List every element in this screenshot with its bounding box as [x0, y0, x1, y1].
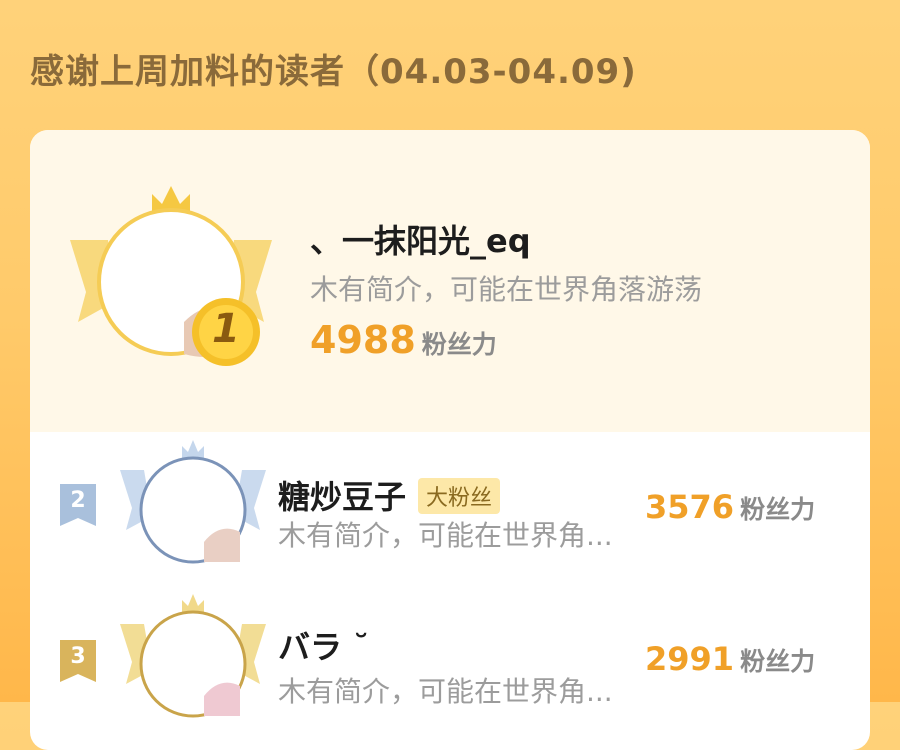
leaderboard-item-3[interactable]: 3 バラ ˘ 木有简介，可能在世界角... 2991 粉丝力: [30, 590, 870, 740]
rank-number: 2: [70, 488, 86, 513]
leaderboard-card: 1 、一抹阳光_eq 木有简介，可能在世界角落游荡 4988 粉丝力 2 糖炒豆子…: [30, 130, 870, 750]
reader-name[interactable]: 糖炒豆子 大粉丝: [278, 472, 501, 518]
score-value: 3576: [645, 488, 735, 526]
leaderboard-item-1[interactable]: 1 、一抹阳光_eq 木有简介，可能在世界角落游荡 4988 粉丝力: [30, 130, 870, 432]
rank-number: 3: [70, 644, 86, 669]
score-value: 2991: [645, 640, 735, 678]
avatar-frame-bronze[interactable]: [118, 592, 268, 722]
score-unit: 粉丝力: [421, 330, 497, 359]
fan-level-badge: 大粉丝: [418, 478, 501, 514]
reader-bio: 木有简介，可能在世界角...: [278, 519, 613, 552]
reader-bio: 木有简介，可能在世界角落游荡: [310, 273, 703, 306]
avatar-frame-silver[interactable]: [118, 438, 268, 568]
reader-name-text: 糖炒豆子: [278, 478, 407, 516]
reader-bio: 木有简介，可能在世界角...: [278, 675, 613, 708]
rank-1-number: 1: [212, 306, 240, 352]
score-unit: 粉丝力: [740, 647, 816, 676]
fan-power-score: 2991 粉丝力: [645, 640, 815, 678]
page-title: 感谢上周加料的读者（04.03-04.09): [30, 52, 637, 92]
rank-badge-bronze: 3: [60, 640, 96, 682]
fan-power-score: 4988 粉丝力: [310, 318, 497, 362]
reader-name[interactable]: 、一抹阳光_eq: [310, 216, 531, 262]
rank-badge-silver: 2: [60, 484, 96, 526]
reader-name[interactable]: バラ ˘: [278, 622, 369, 668]
score-value: 4988: [310, 318, 416, 362]
leaderboard-item-2[interactable]: 2 糖炒豆子 大粉丝 木有简介，可能在世界角... 3576 粉丝力: [30, 432, 870, 582]
avatar-frame-gold[interactable]: 1: [66, 182, 276, 372]
score-unit: 粉丝力: [740, 495, 816, 524]
fan-power-score: 3576 粉丝力: [645, 488, 815, 526]
